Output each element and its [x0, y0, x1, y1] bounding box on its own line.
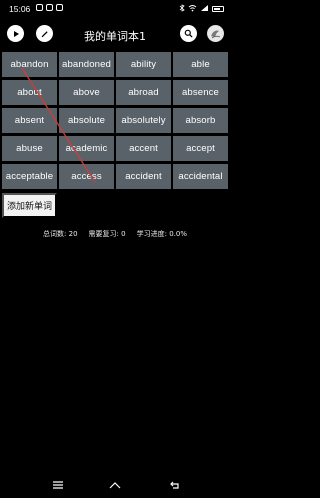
profile-avatar[interactable] [207, 25, 224, 42]
word-tile[interactable]: abandoned [59, 52, 114, 77]
word-tile[interactable]: absence [173, 80, 228, 105]
word-tile[interactable]: absent [2, 108, 57, 133]
word-tile[interactable]: accidental [173, 164, 228, 189]
bluetooth-icon [179, 4, 185, 14]
total-words: 总词数: 20 [43, 229, 78, 239]
word-tile[interactable]: abuse [2, 136, 57, 161]
system-icons [179, 4, 224, 14]
add-word-button[interactable]: 添加新单词 [2, 193, 57, 218]
word-tile[interactable]: absolute [59, 108, 114, 133]
review-value: 0 [121, 230, 126, 238]
total-value: 20 [68, 230, 78, 238]
home-icon [109, 482, 121, 489]
signal-icon [200, 4, 209, 14]
word-tile[interactable]: abroad [116, 80, 171, 105]
notification-icon [36, 4, 43, 11]
word-tile[interactable]: ability [116, 52, 171, 77]
total-label: 总词数: [43, 230, 67, 238]
word-tile[interactable]: academic [59, 136, 114, 161]
word-grid: abandon abandoned ability able about above abr… [2, 52, 228, 189]
progress-value: 0.0% [169, 230, 187, 238]
word-tile[interactable]: accent [116, 136, 171, 161]
word-tile[interactable]: accept [173, 136, 228, 161]
word-tile[interactable]: access [59, 164, 114, 189]
review-label: 需要复习: [88, 230, 119, 238]
word-tile[interactable]: abandon [2, 52, 57, 77]
word-tile[interactable]: able [173, 52, 228, 77]
status-bar: 15:06 [0, 0, 230, 18]
back-button[interactable] [168, 478, 181, 492]
wifi-icon [188, 4, 197, 14]
word-tile[interactable]: accident [116, 164, 171, 189]
stats-row: 总词数: 20 需要复习: 0 学习进度: 0.0% [0, 229, 230, 239]
menu-button[interactable] [51, 478, 64, 492]
word-tile[interactable]: absolutely [116, 108, 171, 133]
word-tile[interactable]: above [59, 80, 114, 105]
learning-progress: 学习进度: 0.0% [137, 229, 187, 239]
navigation-bar [0, 472, 230, 498]
search-button[interactable] [180, 25, 197, 42]
notification-icon [46, 4, 53, 11]
app-header: 我的单词本1 [0, 18, 230, 50]
word-tile[interactable]: about [2, 80, 57, 105]
battery-icon [212, 6, 224, 12]
notification-icon [56, 4, 63, 11]
home-button[interactable] [108, 478, 122, 492]
progress-label: 学习进度: [136, 230, 167, 238]
status-time: 15:06 [9, 4, 31, 14]
word-tile[interactable]: acceptable [2, 164, 57, 189]
review-count: 需要复习: 0 [89, 229, 126, 239]
back-icon [169, 481, 179, 489]
profile-icon [207, 25, 224, 42]
menu-icon [52, 481, 63, 489]
word-tile[interactable]: absorb [173, 108, 228, 133]
notification-icons [36, 4, 63, 11]
search-icon [184, 29, 193, 38]
